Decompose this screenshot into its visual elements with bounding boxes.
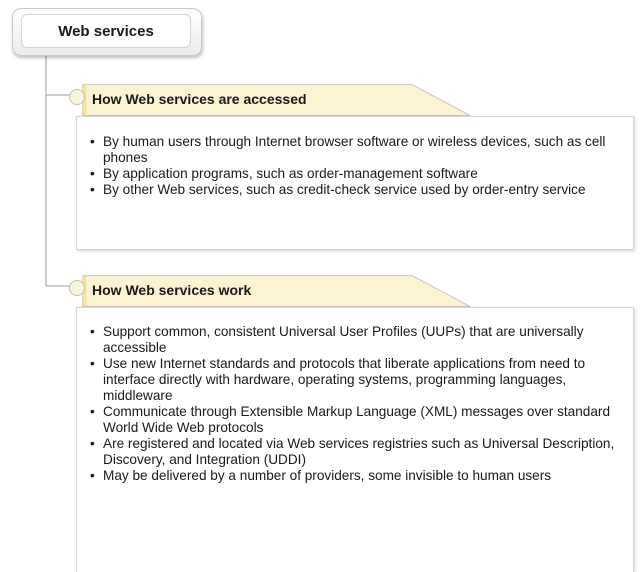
list-item: May be delivered by a number of provider… — [90, 468, 633, 484]
list-item: By human users through Internet browser … — [90, 134, 633, 166]
section-header-work: How Web services work — [82, 275, 472, 307]
section-body-work: Support common, consistent Universal Use… — [76, 307, 634, 572]
root-node-title: Web services — [21, 14, 191, 48]
section-body-accessed: By human users through Internet browser … — [76, 116, 634, 250]
connector-node-circle — [69, 280, 85, 296]
list-item: Support common, consistent Universal Use… — [90, 324, 633, 356]
list-item: Communicate through Extensible Markup La… — [90, 404, 633, 436]
list-item: By application programs, such as order-m… — [90, 166, 633, 182]
list-item: Are registered and located via Web servi… — [90, 436, 633, 468]
section-title: How Web services are accessed — [92, 91, 307, 107]
connector-node-circle — [69, 89, 85, 105]
bullet-list: By human users through Internet browser … — [77, 117, 633, 198]
list-item: Use new Internet standards and protocols… — [90, 356, 633, 404]
root-node-web-services: Web services — [12, 8, 202, 56]
section-title: How Web services work — [92, 282, 252, 298]
bullet-list: Support common, consistent Universal Use… — [77, 308, 633, 484]
section-header-accessed: How Web services are accessed — [82, 84, 472, 116]
list-item: By other Web services, such as credit-ch… — [90, 182, 633, 198]
